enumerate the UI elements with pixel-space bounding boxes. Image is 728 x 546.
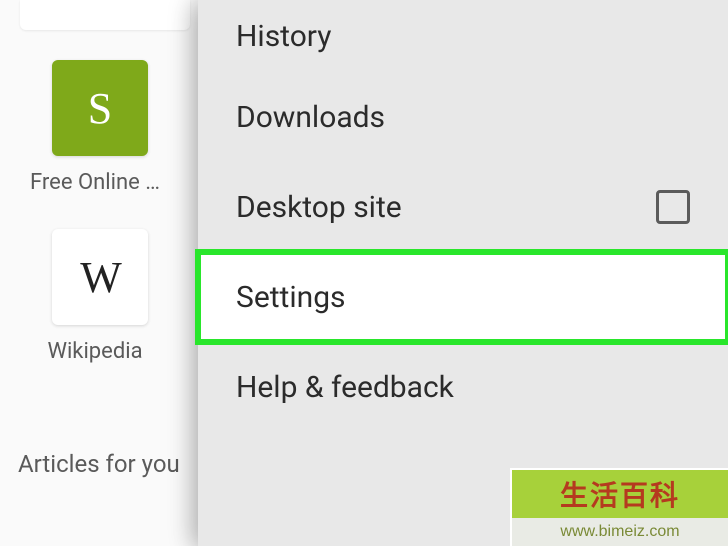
speed-dial-area: S Free Online … W Wikipedia: [0, 60, 200, 364]
menu-item-label: Settings: [236, 280, 346, 315]
menu-item-label: History: [236, 19, 331, 54]
menu-item-label: Desktop site: [236, 190, 402, 225]
tile-label: Wikipedia: [0, 339, 190, 364]
watermark-title: 生活百科: [510, 468, 728, 518]
screen: S Free Online … W Wikipedia Articles for…: [0, 0, 728, 546]
menu-item-label: Help & feedback: [236, 370, 454, 405]
wikipedia-w-icon: W: [80, 252, 120, 303]
menu-item-label: Downloads: [236, 100, 385, 135]
overflow-menu: History Downloads Desktop site Settings …: [198, 0, 728, 546]
search-bar[interactable]: [20, 0, 190, 30]
watermark: 生活百科 www.bimeiz.com: [510, 468, 728, 546]
tile-wikipedia[interactable]: W: [52, 229, 148, 325]
menu-item-downloads[interactable]: Downloads: [198, 72, 728, 162]
menu-item-settings[interactable]: Settings: [198, 252, 728, 342]
menu-item-desktop-site[interactable]: Desktop site: [198, 162, 728, 252]
menu-item-help-feedback[interactable]: Help & feedback: [198, 342, 728, 432]
watermark-url: www.bimeiz.com: [510, 518, 728, 546]
tile-letter-icon: S: [88, 83, 112, 134]
desktop-site-checkbox[interactable]: [656, 190, 690, 224]
tile-free-online[interactable]: S: [52, 60, 148, 156]
articles-for-you-header: Articles for you: [18, 450, 180, 478]
tile-label: Free Online …: [0, 170, 190, 195]
menu-item-history[interactable]: History: [198, 0, 728, 72]
